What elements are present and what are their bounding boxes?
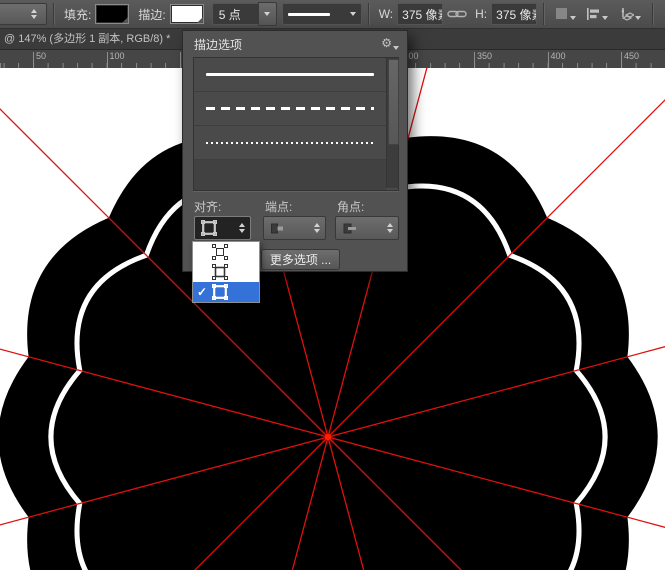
stroke-color-swatch[interactable] xyxy=(170,4,204,24)
document-title: @ 147% (多边形 1 副本, RGB/8) * xyxy=(4,33,170,45)
stroke-outside-icon xyxy=(201,220,217,236)
checkmark-icon: ✓ xyxy=(197,282,212,302)
preset-list-empty-area xyxy=(194,160,386,190)
stroke-width-value: 5 点 xyxy=(219,6,241,23)
panel-title: 描边选项 xyxy=(194,36,242,53)
ruler-tick-label: 400 xyxy=(551,51,566,61)
shape-width-input[interactable]: 375 像素 xyxy=(397,3,443,25)
ruler-major-tick xyxy=(33,52,34,68)
updown-arrows-icon xyxy=(314,223,320,233)
path-alignment-button[interactable] xyxy=(586,7,608,21)
dashed-stroke-icon xyxy=(206,107,374,110)
tool-options-bar: 填充: 描边: 5 点 W: 375 像素 H: 375 像素 xyxy=(0,0,665,29)
photoshop-window: 填充: 描边: 5 点 W: 375 像素 H: 375 像素 xyxy=(0,0,665,570)
width-label: W: xyxy=(379,7,393,21)
chevron-down-icon xyxy=(635,16,641,20)
swatch-dropdown-icon xyxy=(197,17,203,23)
shape-width-value: 375 像素 xyxy=(402,6,443,23)
stroke-preset-solid[interactable] xyxy=(194,58,386,92)
path-alignment-icon xyxy=(586,7,601,21)
shape-height-value: 375 像素 xyxy=(496,6,537,23)
align-label: 对齐: xyxy=(194,198,221,215)
stroke-width-dropdown-button[interactable] xyxy=(258,2,277,26)
corners-label: 角点: xyxy=(337,198,364,215)
path-arrangement-button[interactable] xyxy=(618,7,641,21)
chevron-down-icon xyxy=(570,16,576,20)
panel-menu-button[interactable]: ⚙ xyxy=(381,35,399,51)
height-label: H: xyxy=(475,7,487,21)
updown-arrows-icon xyxy=(31,9,37,19)
miter-corner-icon xyxy=(342,222,357,235)
link-icon xyxy=(447,8,467,20)
shape-height-input[interactable]: 375 像素 xyxy=(491,3,537,25)
align-dropdown-menu: ✓ xyxy=(192,241,260,303)
align-combobox[interactable] xyxy=(194,216,251,240)
corners-combobox[interactable] xyxy=(335,216,399,240)
updown-arrows-icon xyxy=(239,223,245,233)
divider xyxy=(543,3,544,25)
preset-list-scrollbar[interactable] xyxy=(386,58,398,188)
ruler-tick-label: 350 xyxy=(477,51,492,61)
caps-label: 端点: xyxy=(265,198,292,215)
stroke-preset-dashed[interactable] xyxy=(194,92,386,126)
stroke-center-icon xyxy=(212,264,228,280)
path-operations-icon xyxy=(555,7,569,21)
stroke-label: 描边: xyxy=(138,6,165,23)
align-option-outside[interactable]: ✓ xyxy=(193,282,259,302)
solid-stroke-icon xyxy=(206,73,374,76)
stroke-width-input[interactable]: 5 点 xyxy=(212,3,258,25)
chevron-down-icon xyxy=(350,12,356,16)
align-option-center[interactable] xyxy=(193,262,259,282)
path-operations-button[interactable] xyxy=(555,7,576,21)
stroke-inside-icon xyxy=(212,244,228,260)
chevron-down-icon xyxy=(264,12,270,16)
scrollbar-thumb[interactable] xyxy=(388,59,399,145)
ruler-major-tick xyxy=(474,52,475,68)
stroke-outside-icon xyxy=(212,284,228,300)
stroke-options-panel: 描边选项 ⚙ 对齐: 端点: 角点: xyxy=(182,30,408,272)
updown-arrows-icon xyxy=(387,223,393,233)
ruler-tick-label: 450 xyxy=(624,51,639,61)
tool-preset-combobox[interactable] xyxy=(0,3,47,25)
divider xyxy=(53,3,54,25)
stroke-style-combobox[interactable] xyxy=(282,3,362,25)
solid-line-icon xyxy=(288,13,330,16)
butt-cap-icon xyxy=(270,222,285,235)
ruler-major-tick xyxy=(107,52,108,68)
ruler-major-tick xyxy=(621,52,622,68)
stroke-preset-dotted[interactable] xyxy=(194,126,386,160)
ruler-major-tick xyxy=(548,52,549,68)
ray-center-dot xyxy=(325,434,331,440)
chevron-down-icon xyxy=(602,16,608,20)
fill-color-swatch[interactable] xyxy=(95,4,129,24)
ruler-major-tick xyxy=(180,52,181,68)
caps-combobox[interactable] xyxy=(263,216,326,240)
swatch-dropdown-icon xyxy=(122,17,128,23)
ruler-tick-label: 50 xyxy=(36,51,46,61)
path-arrangement-icon xyxy=(618,7,634,21)
align-option-inside[interactable] xyxy=(193,242,259,262)
ruler-tick-label: 100 xyxy=(110,51,125,61)
divider xyxy=(368,3,369,25)
fill-label: 填充: xyxy=(64,6,91,23)
more-options-button[interactable]: 更多选项 ... xyxy=(261,249,340,270)
divider xyxy=(652,3,653,25)
gear-icon: ⚙ xyxy=(381,35,392,51)
dotted-stroke-icon xyxy=(206,142,374,144)
stroke-preset-list xyxy=(193,57,399,191)
link-dimensions-button[interactable] xyxy=(447,8,467,20)
chevron-down-icon xyxy=(393,46,399,50)
